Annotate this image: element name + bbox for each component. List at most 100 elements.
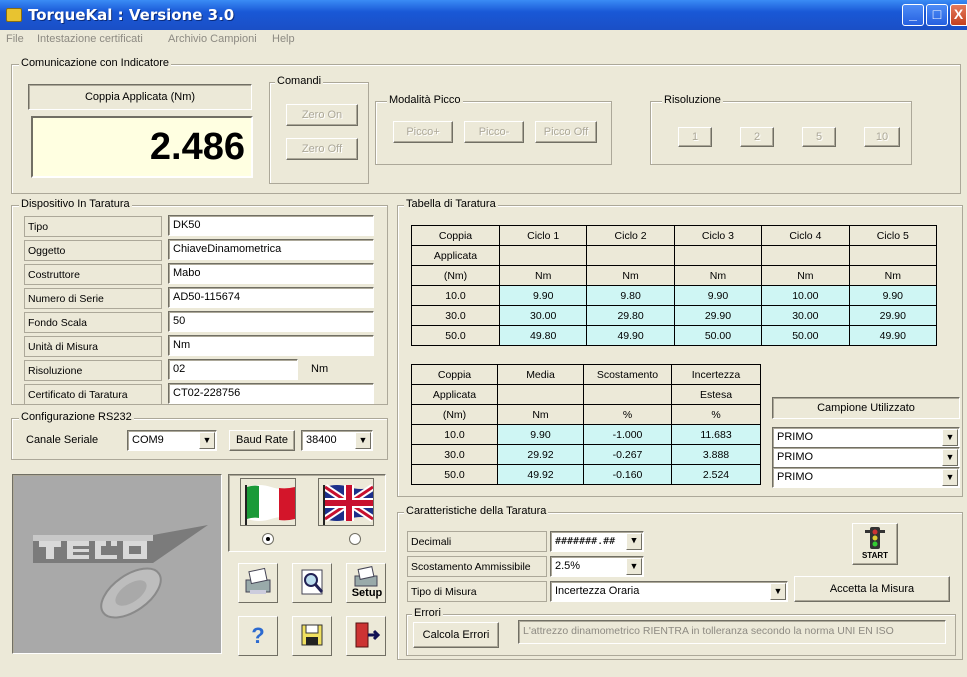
menu-intestazione[interactable]: Intestazione certificati [37,33,143,45]
chevron-down-icon[interactable]: ▼ [942,469,958,486]
numero-serie-input[interactable]: AD50-115674 [168,287,374,308]
help-icon[interactable]: ? [238,616,278,656]
table-cell[interactable]: 9.90 [498,285,588,306]
calcola-errori-button[interactable]: Calcola Errori [413,622,499,648]
maximize-button[interactable]: □ [926,4,948,26]
table-cell[interactable]: 10.00 [761,285,850,306]
canale-seriale-value: COM9 [132,434,164,446]
chevron-down-icon[interactable]: ▼ [626,533,642,550]
picco-minus-button[interactable]: Picco- [464,121,524,143]
tipo-misura-value: Incertezza Oraria [555,585,640,597]
picco-off-button[interactable]: Picco Off [535,121,597,143]
italian-radio[interactable] [262,533,274,545]
scostamento-value: 2.5% [555,560,581,572]
table-cell[interactable]: 49.80 [498,325,588,346]
table-cell[interactable]: 29.80 [586,305,675,326]
risoluzione-5-button[interactable]: 5 [802,127,836,147]
table-cell[interactable]: 30.00 [761,305,850,326]
table-header: Scostamento [583,364,672,385]
risoluzione-1-button[interactable]: 1 [678,127,712,147]
risultati-table: Coppia Media Scostamento Incertezza Appl… [411,364,761,485]
fondo-scala-input[interactable]: 50 [168,311,374,332]
costruttore-input[interactable]: Mabo [168,263,374,284]
table-cell: 50.0 [411,325,500,346]
table-cell[interactable]: 49.90 [848,325,938,346]
save-icon[interactable] [292,616,332,656]
zero-off-button[interactable]: Zero Off [286,138,358,160]
table-cell[interactable]: 30.00 [498,305,588,326]
menu-file[interactable]: File [6,33,24,45]
errori-message: L'attrezzo dinamometrico RIENTRA in toll… [518,620,946,644]
risoluzione-input[interactable]: 02 [168,359,298,380]
minimize-button[interactable]: _ [902,4,924,26]
oggetto-input[interactable]: ChiaveDinamometrica [168,239,374,260]
tecno-logo-panel [12,474,222,654]
table-cell[interactable]: 9.80 [586,285,675,306]
exit-icon[interactable] [346,616,386,656]
table-row: (Nm) Nm Nm Nm Nm Nm [411,265,938,286]
campione-select-3[interactable]: PRIMO ▼ [772,467,960,488]
canale-seriale-label: Canale Seriale [26,434,99,446]
accetta-misura-button[interactable]: Accetta la Misura [794,576,950,602]
window-title: TorqueKal : Versione 3.0 [28,6,235,24]
uk-flag-icon[interactable] [318,478,375,526]
campione-value: PRIMO [777,471,814,483]
print-preview-icon[interactable] [292,563,332,603]
setup-button[interactable]: Setup [346,563,386,603]
tabella-label: Tabella di Taratura [404,198,498,210]
table-cell: -1.000 [583,424,672,445]
zero-on-button[interactable]: Zero On [286,104,358,126]
english-radio[interactable] [349,533,361,545]
coppia-applicata-label: Coppia Applicata (Nm) [28,84,252,110]
scostamento-select[interactable]: 2.5% ▼ [550,556,644,577]
print-icon[interactable] [238,563,278,603]
table-cell: 9.90 [497,424,584,445]
title-bar: TorqueKal : Versione 3.0 _ □ X [0,0,967,30]
table-cell[interactable]: 9.90 [673,285,763,306]
table-cell[interactable]: 49.90 [586,325,675,346]
table-cell[interactable]: 50.00 [761,325,850,346]
field-label-costruttore: Costruttore [24,264,162,285]
table-unit: Nm [497,404,584,425]
start-button[interactable]: START [852,523,898,565]
chevron-down-icon[interactable]: ▼ [355,432,371,449]
close-button[interactable]: X [950,4,967,26]
table-cell: 11.683 [671,424,761,445]
table-cell[interactable]: 9.90 [848,285,938,306]
campione-select-2[interactable]: PRIMO ▼ [772,447,960,468]
baud-rate-select[interactable]: 38400 ▼ [301,430,373,451]
chevron-down-icon[interactable]: ▼ [199,432,215,449]
menu-archivio[interactable]: Archivio Campioni [168,33,257,45]
table-cell[interactable]: 29.90 [848,305,938,326]
campione-select-1[interactable]: PRIMO ▼ [772,427,960,448]
comandi-label: Comandi [275,75,324,87]
caratteristiche-label: Caratteristiche della Taratura [404,505,549,517]
table-unit: (Nm) [411,404,498,425]
italy-flag-icon[interactable] [240,478,296,526]
campione-utilizzato-header: Campione Utilizzato [772,397,960,419]
chevron-down-icon[interactable]: ▼ [942,429,958,446]
baud-rate-label: Baud Rate [229,430,295,451]
menu-help[interactable]: Help [272,33,295,45]
table-cell[interactable]: 50.00 [673,325,763,346]
decimali-select[interactable]: #######.## ▼ [550,531,644,552]
table-header: Applicata [411,245,500,266]
chevron-down-icon[interactable]: ▼ [942,449,958,466]
risoluzione-2-button[interactable]: 2 [740,127,774,147]
table-cell: 2.524 [671,464,761,485]
unita-misura-input[interactable]: Nm [168,335,374,356]
picco-plus-button[interactable]: Picco+ [393,121,453,143]
certificato-input[interactable]: CT02-228756 [168,383,374,404]
table-cell[interactable]: 29.90 [673,305,763,326]
decimali-value: #######.## [555,536,616,547]
field-label-oggetto: Oggetto [24,240,162,261]
rs232-label: Configurazione RS232 [19,411,134,423]
chevron-down-icon[interactable]: ▼ [626,558,642,575]
chevron-down-icon[interactable]: ▼ [770,583,786,600]
table-unit: Nm [586,265,675,286]
tipo-input[interactable]: DK50 [168,215,374,236]
canale-seriale-select[interactable]: COM9 ▼ [127,430,217,451]
tipo-misura-select[interactable]: Incertezza Oraria ▼ [550,581,788,602]
risoluzione-10-button[interactable]: 10 [864,127,900,147]
table-header: Coppia [411,225,500,246]
